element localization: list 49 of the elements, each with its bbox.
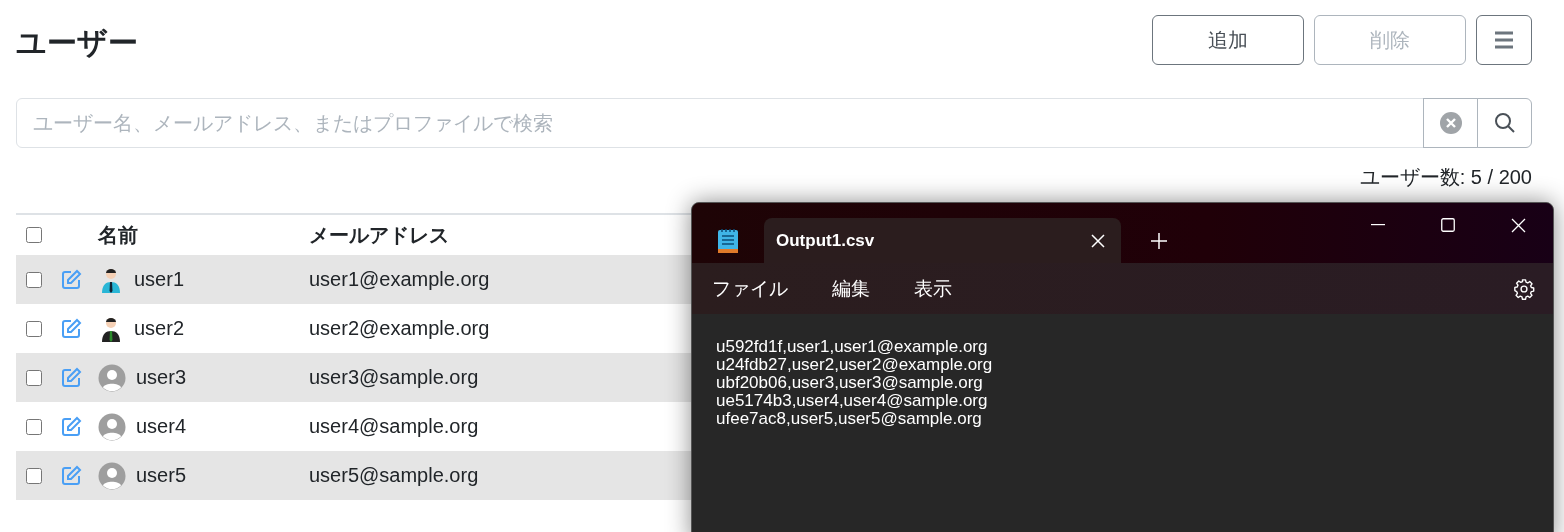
user-name: user1	[134, 268, 185, 291]
user-email: user2@example.org	[309, 317, 490, 340]
search-button[interactable]	[1477, 98, 1532, 148]
minimize-icon	[1371, 224, 1385, 226]
menu-item[interactable]: 編集	[832, 275, 870, 302]
column-header: メールアドレス	[309, 222, 449, 248]
text-line: u24fdb27,user2,user2@example.org	[716, 356, 994, 374]
page-title: ユーザー	[16, 25, 138, 61]
text-line: u592fd1f,user1,user1@example.org	[716, 338, 989, 356]
user-email: user4@sample.org	[309, 415, 479, 438]
notepad-icon	[717, 228, 739, 254]
row-checkbox[interactable]	[26, 271, 42, 288]
file-tab[interactable]: Output1.csv	[764, 218, 1121, 263]
settings-icon[interactable]	[1513, 277, 1535, 300]
menu-item[interactable]: 表示	[914, 275, 952, 302]
column-header: 名前	[98, 222, 138, 248]
user-email: user3@sample.org	[309, 366, 479, 389]
avatar-icon	[98, 461, 126, 490]
clear-icon	[1439, 112, 1462, 134]
text-line: ue5174b3,user4,user4@sample.org	[716, 392, 989, 410]
edit-icon[interactable]	[60, 317, 82, 340]
close-icon[interactable]	[1091, 233, 1105, 248]
user-name: user3	[136, 366, 187, 389]
add-button[interactable]: 追加	[1152, 15, 1304, 65]
avatar-icon	[98, 412, 126, 441]
search-icon	[1493, 112, 1516, 134]
row-checkbox[interactable]	[26, 320, 42, 337]
user-name: user5	[136, 464, 187, 487]
text-line: ubf20b06,user3,user3@sample.org	[716, 374, 984, 392]
close-icon	[1510, 217, 1526, 233]
user-name: user4	[136, 415, 187, 438]
user-email: user5@sample.org	[309, 464, 479, 487]
menu-button[interactable]	[1476, 15, 1532, 65]
menu-icon	[1494, 31, 1514, 49]
maximize-icon	[1441, 218, 1455, 232]
avatar-icon	[98, 363, 126, 392]
menu-item[interactable]: ファイル	[712, 275, 788, 302]
text-line: ufee7ac8,user5,user5@sample.org	[716, 410, 983, 428]
plus-icon[interactable]	[1151, 233, 1167, 249]
user-name: user2	[134, 317, 185, 340]
row-checkbox[interactable]	[26, 369, 42, 386]
row-checkbox[interactable]	[26, 418, 42, 435]
edit-icon[interactable]	[60, 415, 82, 438]
select-all-checkbox[interactable]	[26, 227, 42, 243]
user-email: user1@example.org	[309, 268, 490, 291]
user-count: ユーザー数: 5 / 200	[1359, 165, 1532, 190]
text-editor[interactable]: u592fd1f,user1,user1@example.org u24fdb27,user2,user2@example.org ubf20b06,user3,user3@sample.org ue5174b3,user4,user4@sample.org ufee7ac8,user5,user5@sample.org	[692, 314, 1553, 532]
search-field[interactable]: ユーザー名、メールアドレス、またはプロファイルで検索	[16, 98, 1424, 148]
row-checkbox[interactable]	[26, 467, 42, 484]
